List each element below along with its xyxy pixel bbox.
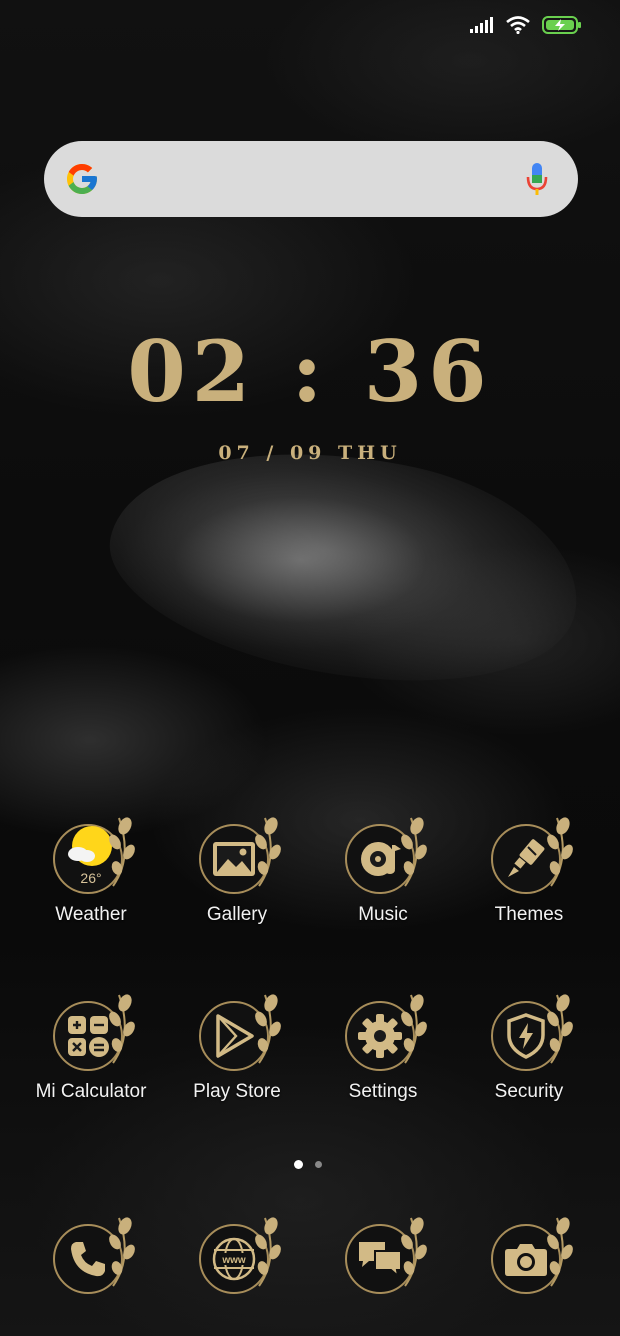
clock-date: 07 / 09 THU — [218, 442, 402, 464]
dock-phone[interactable] — [18, 1217, 164, 1298]
app-gallery[interactable]: Gallery — [164, 817, 310, 926]
page-dot-active[interactable] — [294, 1160, 303, 1169]
app-play-store[interactable]: Play Store — [164, 994, 310, 1103]
vine-decoration — [109, 994, 135, 1064]
app-label: Play Store — [193, 1081, 281, 1102]
vine-decoration — [401, 994, 427, 1064]
app-label: Settings — [348, 1081, 418, 1102]
wifi-icon — [506, 16, 530, 34]
page-indicator[interactable] — [294, 1160, 322, 1169]
app-label: Themes — [494, 904, 564, 925]
google-search-bar[interactable] — [44, 141, 578, 217]
app-label: Music — [358, 904, 408, 925]
app-label: Mi Calculator — [35, 1081, 147, 1102]
app-themes[interactable]: Themes — [456, 817, 602, 926]
vine-decoration — [109, 1217, 135, 1287]
signal-icon — [470, 17, 493, 33]
page-dot-inactive[interactable] — [315, 1161, 322, 1168]
app-security[interactable]: Security — [456, 994, 602, 1103]
app-label: Security — [494, 1081, 564, 1102]
vine-decoration — [547, 994, 573, 1064]
browser-icon-text: www — [221, 1255, 246, 1266]
vine-decoration — [401, 817, 427, 887]
vine-decoration — [547, 1217, 573, 1287]
dock-browser[interactable]: www — [164, 1217, 310, 1298]
vine-decoration — [255, 817, 281, 887]
microphone-icon[interactable] — [526, 161, 548, 197]
app-weather[interactable]: 26° Weather — [18, 817, 164, 926]
dock-messages[interactable] — [310, 1217, 456, 1298]
google-logo — [67, 164, 97, 194]
vine-decoration — [255, 1217, 281, 1287]
vine-decoration — [547, 817, 573, 887]
vine-decoration — [401, 1217, 427, 1287]
app-label: Weather — [55, 904, 127, 925]
app-settings[interactable]: Settings — [310, 994, 456, 1103]
vine-decoration — [255, 994, 281, 1064]
app-label: Gallery — [206, 904, 268, 925]
dock-camera[interactable] — [456, 1217, 602, 1298]
status-bar — [470, 16, 582, 34]
clock-time[interactable]: 02 : 36 — [0, 322, 620, 421]
app-mi-calculator[interactable]: Mi Calculator — [18, 994, 164, 1103]
vine-decoration — [109, 817, 135, 887]
app-music[interactable]: Music — [310, 817, 456, 926]
battery-charging-icon — [542, 16, 581, 34]
